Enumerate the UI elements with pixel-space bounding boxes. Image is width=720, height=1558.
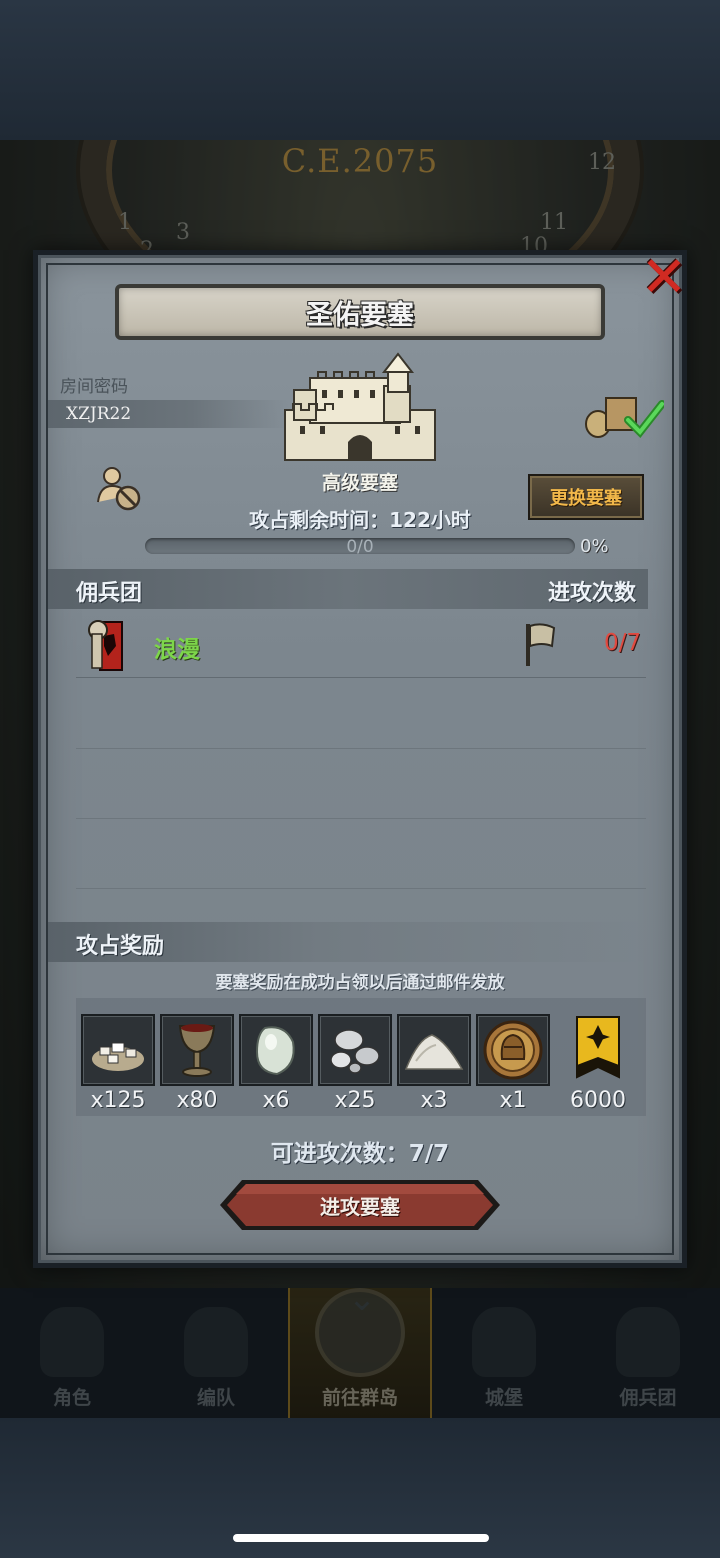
remaining-time-label: 攻占剩余时间： bbox=[249, 508, 390, 532]
reward-slot bbox=[239, 1014, 313, 1086]
reward-slot bbox=[397, 1014, 471, 1086]
empty-row-divider bbox=[76, 818, 646, 819]
fortress-castle-icon bbox=[284, 352, 436, 461]
mercenary-row[interactable]: 浪漫 0/7 bbox=[76, 612, 646, 678]
room-code-label: 房间密码 bbox=[60, 377, 128, 397]
reward-slot bbox=[476, 1014, 550, 1086]
reward-quantity: x1 bbox=[499, 1088, 527, 1113]
reward-slot bbox=[561, 1014, 635, 1086]
attacks-remaining: 可进攻次数：7/7 bbox=[0, 1134, 720, 1168]
goblet-icon bbox=[178, 1024, 216, 1077]
room-code-value[interactable]: XZJR22 bbox=[48, 400, 288, 428]
reward-item[interactable]: x1 bbox=[476, 1014, 550, 1124]
remaining-time-value: 122小时 bbox=[389, 508, 471, 532]
ore-pile-icon bbox=[92, 1042, 144, 1071]
attacks-remaining-value: 7/7 bbox=[408, 1141, 450, 1167]
mercenary-header: 佣兵团 bbox=[76, 581, 143, 606]
dialog-title: 圣佑要塞 bbox=[306, 299, 414, 331]
empty-row-divider bbox=[76, 888, 646, 889]
close-button[interactable]: ✕ bbox=[636, 250, 692, 306]
reward-item[interactable]: x3 bbox=[397, 1014, 471, 1124]
reward-quantity: x80 bbox=[176, 1088, 218, 1113]
reward-slot bbox=[160, 1014, 234, 1086]
reward-quantity: x125 bbox=[90, 1088, 146, 1113]
reward-item[interactable]: x25 bbox=[318, 1014, 392, 1124]
reward-item[interactable]: 6000 bbox=[561, 1014, 635, 1124]
reward-slot bbox=[318, 1014, 392, 1086]
guild-banner-icon bbox=[576, 1016, 620, 1079]
attack-fortress-button[interactable]: 进攻要塞 bbox=[218, 1178, 502, 1232]
silver-orbs-icon bbox=[330, 1029, 380, 1074]
rewards-header: 攻占奖励 bbox=[76, 934, 165, 959]
title-plate: 圣佑要塞 bbox=[115, 284, 605, 340]
supplies-checked-icon[interactable] bbox=[584, 390, 664, 440]
reward-item[interactable]: x6 bbox=[239, 1014, 313, 1124]
moonstone-icon bbox=[255, 1026, 295, 1076]
attack-button-label: 进攻要塞 bbox=[320, 1194, 400, 1219]
reward-quantity: 6000 bbox=[570, 1088, 626, 1113]
reward-quantity: x25 bbox=[334, 1088, 376, 1113]
empty-row-divider bbox=[76, 748, 646, 749]
flag-icon bbox=[526, 623, 556, 666]
reward-slot bbox=[81, 1014, 155, 1086]
home-indicator[interactable] bbox=[233, 1534, 489, 1542]
reward-item[interactable]: x80 bbox=[160, 1014, 234, 1124]
close-icon: ✕ bbox=[640, 245, 688, 310]
status-bar-area bbox=[0, 0, 720, 140]
progress-percent: 0% bbox=[580, 536, 609, 557]
reward-quantity: x6 bbox=[262, 1088, 290, 1113]
progress-count: 0/0 bbox=[346, 537, 374, 557]
mercenary-attacks: 0/7 bbox=[604, 630, 642, 656]
reward-item[interactable]: x125 bbox=[81, 1014, 155, 1124]
mercenary-name: 浪漫 bbox=[154, 637, 200, 663]
reward-quantity: x3 bbox=[420, 1088, 448, 1113]
remaining-time: 攻占剩余时间：122小时 bbox=[0, 504, 720, 533]
knight-medal-icon bbox=[483, 1020, 543, 1080]
reward-note: 要塞奖励在成功占领以后通过邮件发放 bbox=[215, 973, 505, 993]
attacks-remaining-label: 可进攻次数： bbox=[270, 1141, 409, 1167]
attacks-header: 进攻次数 bbox=[548, 581, 637, 606]
salt-pile-icon bbox=[404, 1034, 464, 1070]
lion-banner-icon bbox=[88, 620, 123, 671]
